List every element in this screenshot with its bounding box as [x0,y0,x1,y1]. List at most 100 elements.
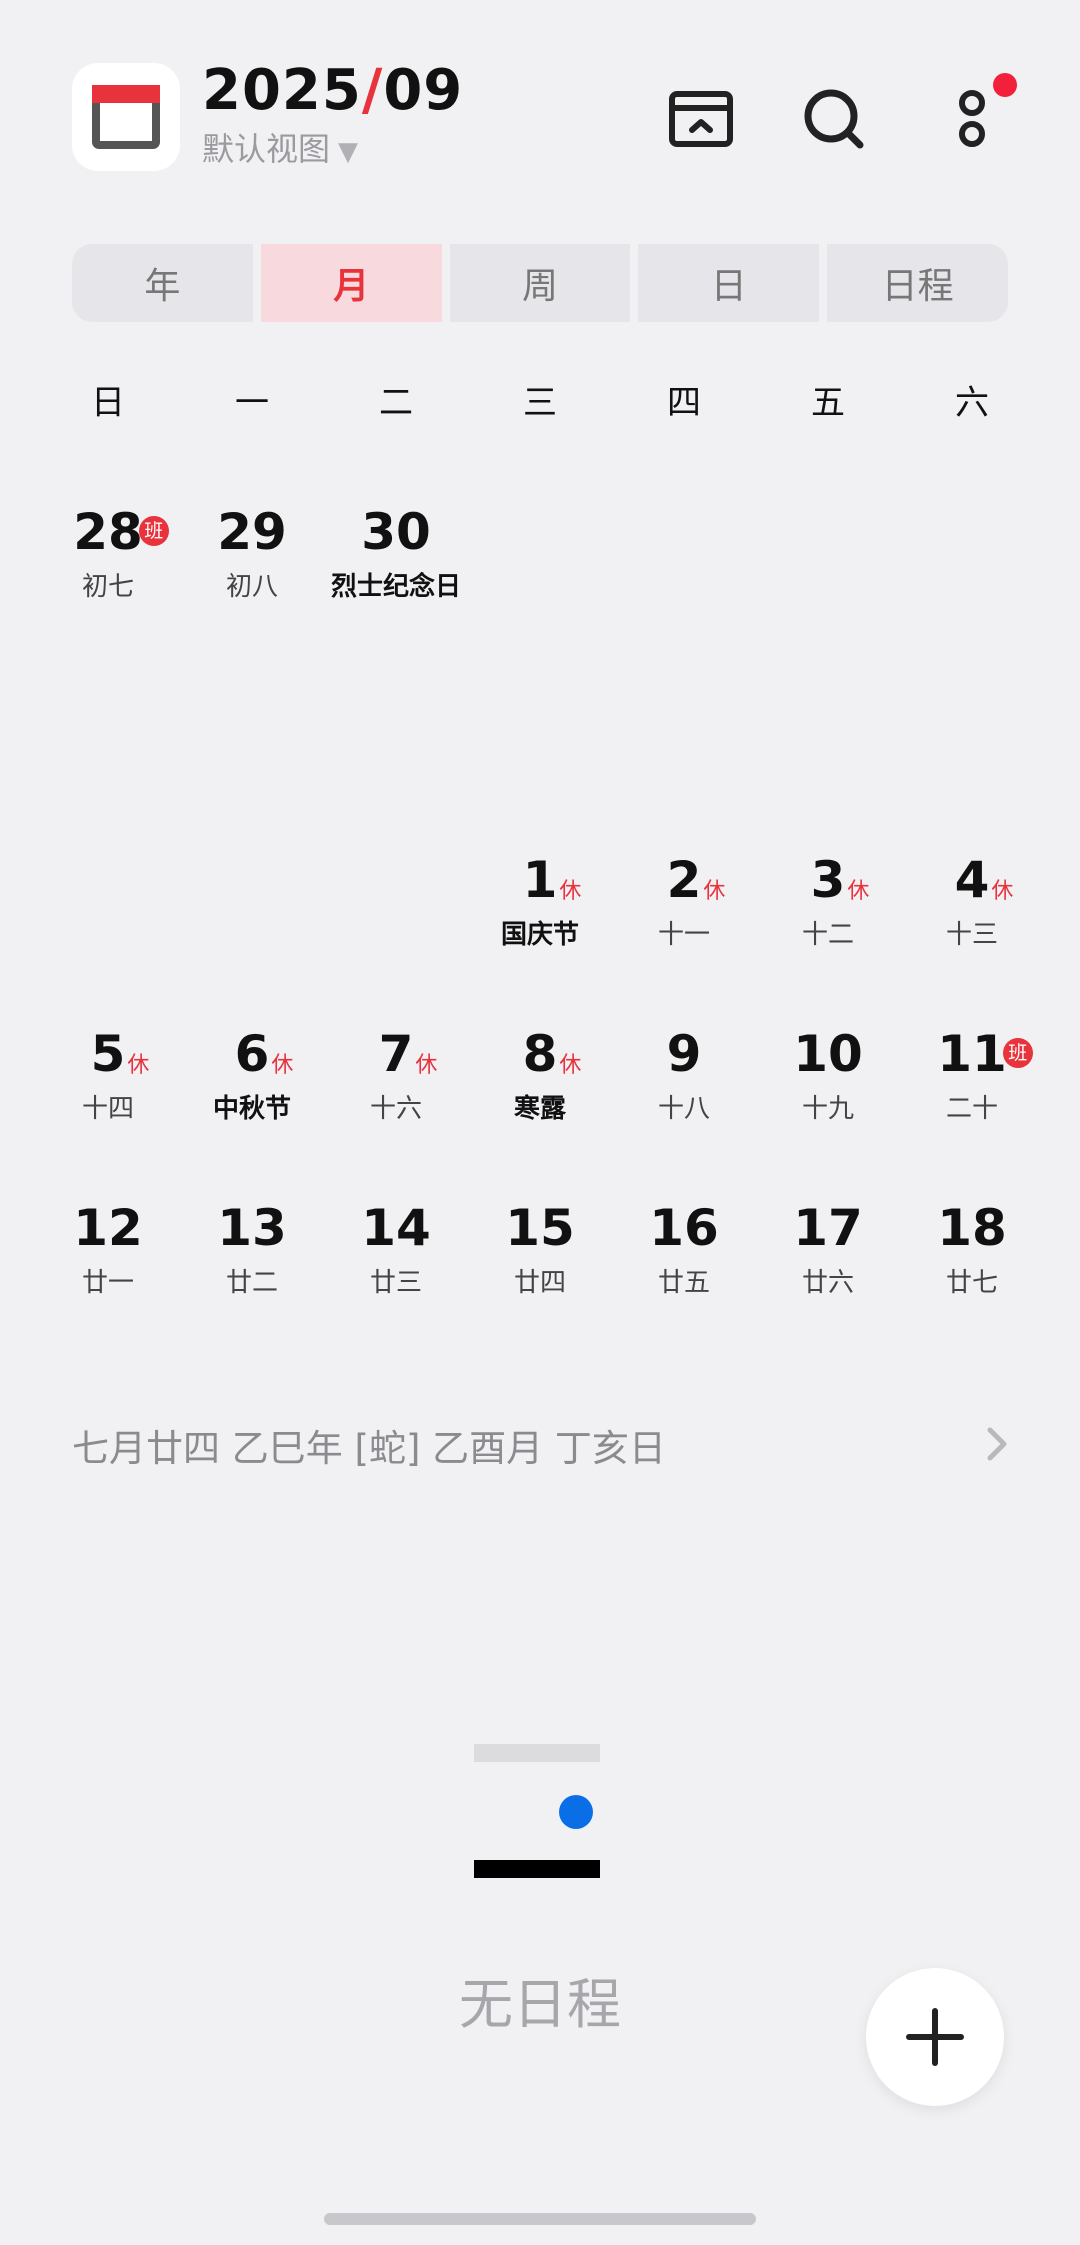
day-number: 14 [361,1199,431,1257]
holiday-tag: 休 [127,1053,150,1078]
day-cell-oct-10[interactable]: 10 十九 [756,1024,900,1144]
search-button[interactable] [794,78,874,158]
day-cell-oct-12[interactable]: 12 廿一 [36,1198,180,1318]
year-text: 2025 [202,58,362,123]
day-number: 1 [522,851,558,909]
add-event-button[interactable] [866,1968,1004,2106]
lunar-date: 廿六 [801,1268,854,1298]
day-number: 10 [793,1025,863,1083]
day-number: 30 [361,503,431,561]
day-cell-sep-30[interactable]: 30 烈士纪念日 [324,502,468,622]
day-cell-oct-4[interactable]: 4休 十三 [900,850,1044,970]
day-number: 17 [793,1199,863,1257]
holiday-tag: 休 [559,879,582,904]
calendar-app-icon[interactable] [72,63,180,171]
day-number: 16 [649,1199,719,1257]
lunar-date: 二十 [945,1094,998,1124]
day-number: 7 [378,1025,414,1083]
festival-label: 烈士纪念日 [330,572,461,602]
day-number: 6 [234,1025,270,1083]
festival-label: 国庆节 [500,920,579,950]
day-cell-oct-16[interactable]: 16 廿五 [612,1198,756,1318]
day-number: 3 [810,851,846,909]
day-cell-oct-18[interactable]: 18 廿七 [900,1198,1044,1318]
tab-month[interactable]: 月 [260,244,442,322]
day-cell-oct-15[interactable]: 15 廿四 [468,1198,612,1318]
festival-label: 中秋节 [212,1094,291,1124]
lunar-date: 十三 [945,920,998,950]
day-number: 2 [666,851,702,909]
lunar-date: 十四 [81,1094,134,1124]
day-cell-oct-5[interactable]: 5休 十四 [36,1024,180,1144]
day-cell-oct-13[interactable]: 13 廿二 [180,1198,324,1318]
tab-agenda[interactable]: 日程 [827,244,1008,322]
view-selector[interactable]: 默认视图 ▼ [202,124,358,170]
day-cell-oct-17[interactable]: 17 廿六 [756,1198,900,1318]
holiday-tag: 休 [559,1053,582,1078]
lunar-date: 十八 [657,1094,710,1124]
lunar-date: 廿七 [945,1268,998,1298]
weekday-fri: 五 [811,383,845,423]
day-number: 18 [937,1199,1007,1257]
lunar-date: 廿一 [81,1268,134,1298]
day-cell-sep-29[interactable]: 29 初八 [180,502,324,622]
day-number: 28 [73,503,143,561]
archive-icon [669,91,733,147]
chevron-right-icon[interactable] [982,1424,1012,1468]
day-cell-oct-9[interactable]: 9 十八 [612,1024,756,1144]
day-cell-oct-7[interactable]: 7休 十六 [324,1024,468,1144]
workday-badge: 班 [138,516,169,546]
day-cell-oct-6[interactable]: 6休 中秋节 [180,1024,324,1144]
empty-schedule-illustration [472,1744,602,1884]
day-cell-oct-8[interactable]: 8休 寒露 [468,1024,612,1144]
lunar-date: 十一 [657,920,710,950]
home-indicator[interactable] [324,2213,756,2225]
tab-week[interactable]: 周 [449,244,631,322]
month-text: 09 [383,58,464,123]
day-number: 8 [522,1025,558,1083]
notification-dot [993,73,1017,97]
day-cell-oct-11[interactable]: 11 班 二十 [900,1024,1044,1144]
archive-button[interactable] [660,78,740,158]
view-selector-label: 默认视图 [202,130,331,168]
holiday-tag: 休 [703,879,726,904]
workday-badge: 班 [1002,1038,1033,1068]
weekday-sat: 六 [955,383,989,423]
month-title[interactable]: 2025/09 [202,58,463,123]
view-tabs: 年 月 周 日 日程 [72,244,1008,322]
holiday-tag: 休 [847,879,870,904]
day-number: 9 [666,1025,702,1083]
day-cell-sep-28[interactable]: 28 班 初七 [36,502,180,622]
lunar-date: 十九 [801,1094,854,1124]
day-number: 12 [73,1199,143,1257]
search-icon [804,89,864,149]
lunar-date: 初八 [225,572,278,602]
lunar-date: 廿三 [369,1268,422,1298]
day-cell-oct-14[interactable]: 14 廿三 [324,1198,468,1318]
day-number: 29 [217,503,287,561]
plus-icon [906,2008,964,2066]
holiday-tag: 休 [991,879,1014,904]
weekday-mon: 一 [235,383,269,423]
weekday-header: 日 一 二 三 四 五 六 [36,375,1044,424]
day-number: 4 [954,851,990,909]
weekday-thu: 四 [667,383,701,423]
dropdown-triangle-icon: ▼ [338,137,359,167]
day-cell-oct-3[interactable]: 3休 十二 [756,850,900,970]
lunar-date: 廿四 [513,1268,566,1298]
tab-day[interactable]: 日 [638,244,820,322]
weekday-tue: 二 [379,383,413,423]
lunar-date: 十二 [801,920,854,950]
holiday-tag: 休 [415,1053,438,1078]
solar-term-label: 寒露 [513,1094,566,1124]
lunar-date: 初七 [81,572,134,602]
tab-year[interactable]: 年 [72,244,253,322]
weekday-wed: 三 [523,383,557,423]
day-cell-oct-2[interactable]: 2休 十一 [612,850,756,970]
day-number: 11 [937,1025,1007,1083]
lunar-date: 十六 [369,1094,422,1124]
day-cell-oct-1[interactable]: 1休 国庆节 [468,850,612,970]
lunar-info-row[interactable]: 七月廿四 乙巳年 [蛇] 乙酉月 丁亥日 [72,1418,666,1472]
weekday-sun: 日 [91,383,125,423]
day-number: 5 [90,1025,126,1083]
